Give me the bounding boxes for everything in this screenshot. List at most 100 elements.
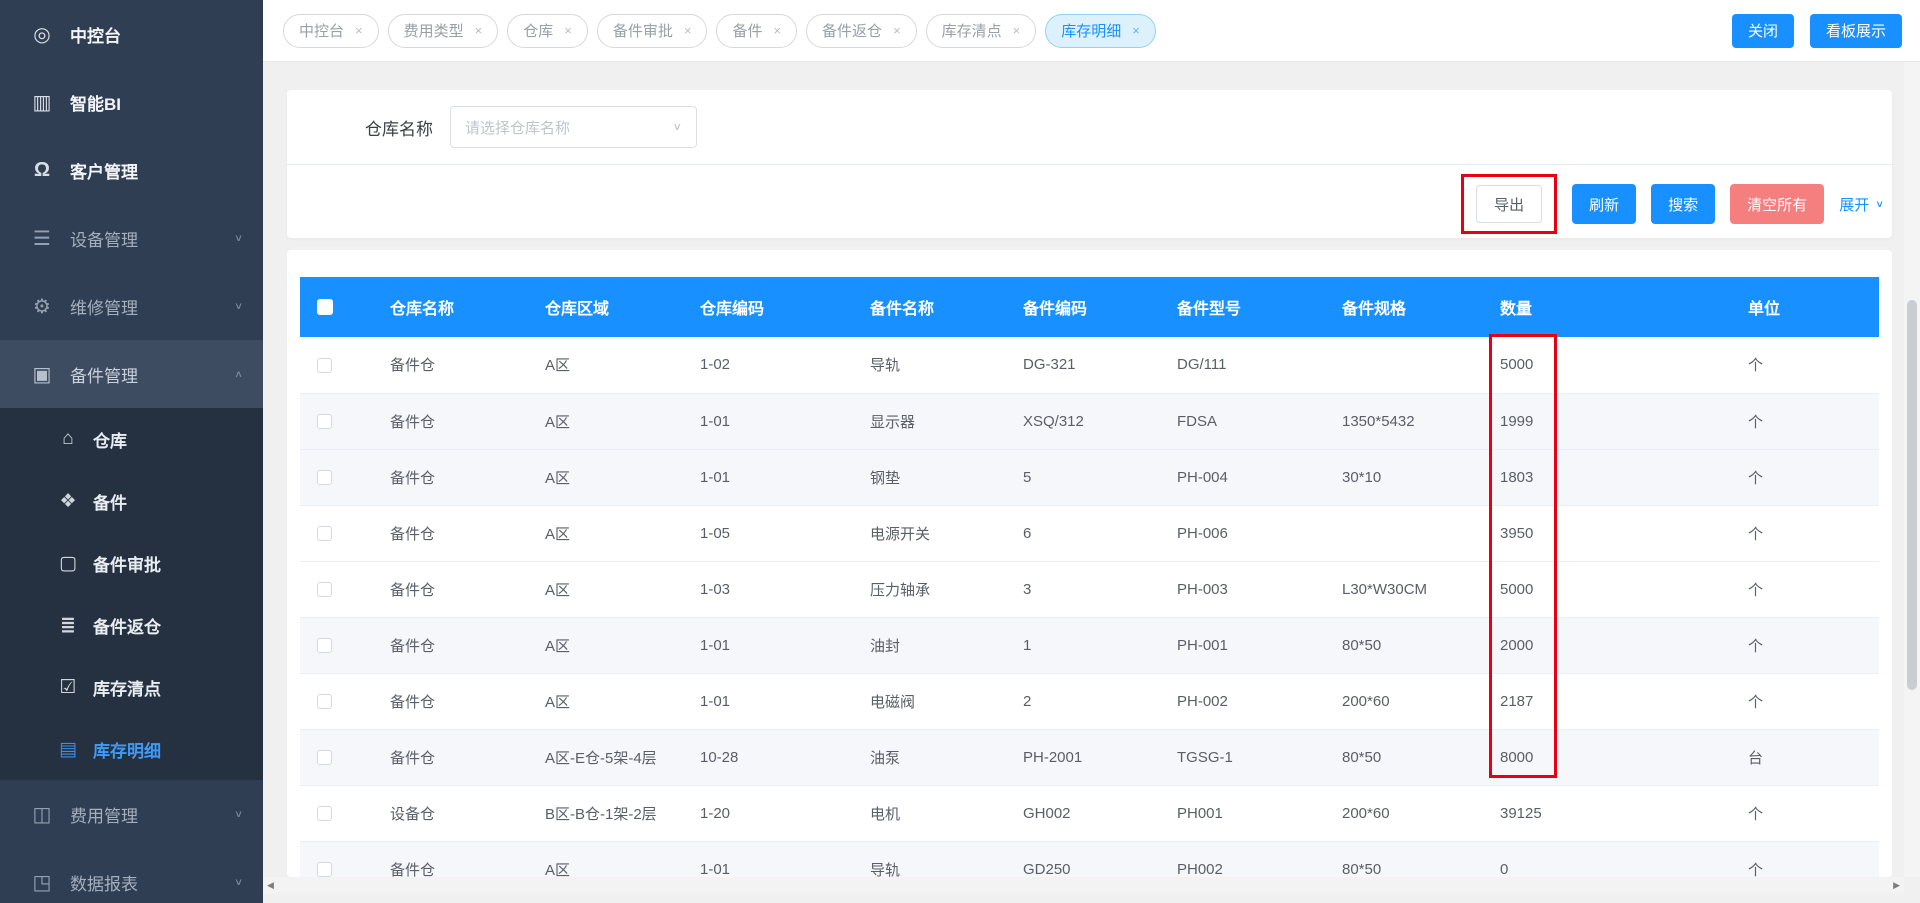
sidebar-item-icon: ▣ (32, 363, 52, 386)
select-all-checkbox[interactable] (317, 298, 333, 315)
vertical-scrollbar-thumb[interactable] (1907, 300, 1917, 690)
row-checkbox[interactable] (317, 806, 332, 822)
tab-pill[interactable]: 中控台 × (283, 13, 379, 48)
column-header-area: 仓库区域 (535, 277, 690, 337)
cell-unit: 台 (1738, 729, 1879, 786)
row-checkbox[interactable] (317, 414, 332, 430)
close-icon[interactable]: × (1013, 23, 1021, 38)
sidebar-item-label: 维修管理 (70, 298, 138, 318)
sidebar-item[interactable]: ▢ 备件审批 (0, 532, 263, 594)
inventory-table-card: 仓库名称 仓库区域 仓库编码 备件名称 备件编码 备件型号 备件规格 数量 单位… (287, 250, 1892, 877)
cell-spec (1332, 505, 1490, 562)
cell-warehouse: 备件仓 (380, 673, 535, 730)
sidebar-item[interactable]: ☑ 库存清点 (0, 656, 263, 718)
row-checkbox[interactable] (317, 357, 332, 373)
board-display-button[interactable]: 看板展示 (1809, 13, 1902, 48)
cell-area: A区 (535, 561, 690, 618)
tab-pill[interactable]: 库存清点 × (925, 13, 1037, 48)
table-row: 备件仓 A区-E仓-5架-4层 10-28 油泵 PH-2001 TGSG-1 … (300, 729, 1879, 786)
sidebar-item[interactable]: ◳ 数据报表 ∨ (0, 848, 263, 903)
scroll-right-arrow-icon[interactable]: ▶ (1893, 880, 1900, 891)
tab-pill[interactable]: 费用类型 × (387, 13, 499, 48)
cell-part-code: 3 (1013, 561, 1167, 618)
sidebar-item-label: 设备管理 (70, 230, 138, 250)
column-header-code: 仓库编码 (690, 277, 860, 337)
cell-warehouse: 备件仓 (380, 505, 535, 562)
sidebar-item-icon: ⚙ (33, 295, 51, 318)
column-header-spec: 备件规格 (1332, 277, 1490, 337)
sidebar-item[interactable]: ≣ 备件返仓 (0, 594, 263, 656)
chevron-icon: ∨ (234, 300, 243, 312)
sidebar-item-icon: ◫ (32, 803, 52, 826)
clear-all-button[interactable]: 清空所有 (1730, 184, 1825, 224)
table-header: 仓库名称 仓库区域 仓库编码 备件名称 备件编码 备件型号 备件规格 数量 单位 (300, 277, 1879, 337)
cell-code: 1-01 (690, 841, 860, 877)
warehouse-name-select[interactable]: 请选择仓库名称 ∨ (450, 106, 697, 148)
refresh-button[interactable]: 刷新 (1572, 184, 1637, 224)
column-header-part-code: 备件编码 (1013, 277, 1167, 337)
sidebar-item[interactable]: ◫ 费用管理 ∨ (0, 780, 263, 848)
cell-part-name: 钢垫 (860, 449, 1013, 506)
close-page-button[interactable]: 关闭 (1731, 13, 1794, 48)
close-icon[interactable]: × (355, 23, 363, 38)
search-button[interactable]: 搜索 (1651, 184, 1716, 224)
sidebar-item[interactable]: ▥ 智能BI (0, 68, 263, 136)
row-checkbox[interactable] (317, 750, 332, 766)
cell-code: 10-28 (690, 729, 860, 786)
close-icon[interactable]: × (684, 23, 692, 38)
cell-code: 1-01 (690, 449, 860, 506)
table-row: 备件仓 A区 1-01 电磁阀 2 PH-002 200*60 2187 个 (300, 673, 1879, 730)
cell-qty: 8000 (1490, 729, 1738, 786)
toolbar: 导出 刷新 搜索 清空所有 展开 ∨ (1461, 174, 1884, 234)
sidebar-item[interactable]: ⌂ 仓库 (0, 408, 263, 470)
export-button[interactable]: 导出 (1476, 185, 1543, 223)
sidebar-item[interactable]: ❖ 备件 (0, 470, 263, 532)
sidebar-item[interactable]: ▣ 备件管理 ∧ (0, 340, 263, 408)
sidebar-item[interactable]: ⚙ 维修管理 ∨ (0, 272, 263, 340)
row-checkbox[interactable] (317, 470, 332, 486)
sidebar-item[interactable]: ☰ 设备管理 ∨ (0, 204, 263, 272)
expand-link[interactable]: 展开 ∨ (1839, 194, 1884, 215)
row-checkbox[interactable] (317, 694, 332, 710)
cell-area: B区-B仓-1架-2层 (535, 785, 690, 842)
scroll-left-arrow-icon[interactable]: ◀ (267, 880, 274, 891)
cell-area: A区 (535, 617, 690, 674)
tab-bar: 中控台 × 费用类型 × 仓库 × 备件审批 × 备件 × 备件返仓 × 库存清… (263, 0, 1920, 62)
close-icon[interactable]: × (893, 23, 901, 38)
cell-warehouse: 备件仓 (380, 561, 535, 618)
row-checkbox[interactable] (317, 638, 332, 654)
row-checkbox[interactable] (317, 582, 332, 598)
sidebar-item[interactable]: ▤ 库存明细 (0, 718, 263, 780)
sidebar-item-label: 仓库 (93, 431, 127, 451)
sidebar-item-icon: ▤ (59, 738, 77, 760)
sidebar: ◎ 中控台 ▥ 智能BI Ω 客户管理 ☰ 设备管理 ∨ ⚙ 维修管理 ∨ ▣ … (0, 0, 263, 903)
chevron-down-icon: ∨ (1875, 198, 1884, 210)
close-icon[interactable]: × (773, 23, 781, 38)
chevron-icon: ∨ (234, 808, 243, 820)
tab-pill[interactable]: 备件 × (716, 13, 798, 48)
vertical-scrollbar[interactable] (1904, 62, 1920, 877)
close-icon[interactable]: × (1132, 23, 1140, 38)
sidebar-item[interactable]: Ω 客户管理 (0, 136, 263, 204)
cell-spec: 30*10 (1332, 449, 1490, 506)
close-icon[interactable]: × (564, 23, 572, 38)
cell-unit: 个 (1738, 393, 1879, 450)
tab-pill[interactable]: 备件返仓 × (806, 13, 917, 48)
tab-pill[interactable]: 库存明细 × (1045, 13, 1156, 48)
tab-pill[interactable]: 备件审批 × (596, 13, 708, 48)
cell-unit: 个 (1738, 561, 1879, 618)
table-row: 备件仓 A区 1-01 油封 1 PH-001 80*50 2000 个 (300, 617, 1879, 674)
row-checkbox[interactable] (317, 526, 332, 542)
tab-label: 备件审批 (612, 23, 673, 40)
chevron-icon: ∨ (234, 876, 243, 888)
row-checkbox[interactable] (317, 862, 332, 877)
horizontal-scrollbar[interactable]: ◀ ▶ (263, 877, 1904, 894)
sidebar-item[interactable]: ◎ 中控台 (0, 0, 263, 68)
tab-pill[interactable]: 仓库 × (507, 13, 588, 48)
sidebar-item-icon: ❖ (59, 490, 77, 512)
cell-qty: 0 (1490, 841, 1738, 877)
cell-part-code: 1 (1013, 617, 1167, 674)
close-icon[interactable]: × (475, 23, 483, 38)
chevron-down-icon: ∨ (672, 120, 682, 133)
tab-label: 仓库 (523, 23, 554, 40)
